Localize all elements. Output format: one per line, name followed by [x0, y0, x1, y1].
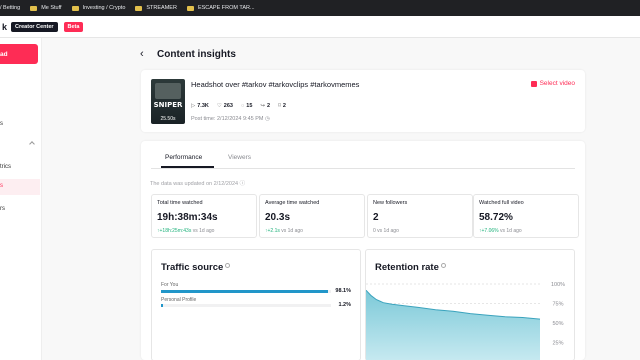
info-icon[interactable] — [225, 263, 231, 268]
clock-icon: ◷ — [265, 116, 270, 122]
sidebar: ad s trics s rs — [0, 38, 42, 360]
tab-bar: Performance Viewers — [151, 141, 575, 169]
traffic-source-card: Traffic source For You 98.1% Personal Pr… — [151, 249, 361, 360]
folder-icon — [71, 5, 79, 11]
sidebar-item-content-active[interactable]: s — [0, 179, 40, 195]
source-label-personal-profile: Personal Profile — [161, 297, 197, 303]
video-card: SNIPER 25.50s Headshot over #tarkov #tar… — [141, 70, 585, 132]
tiktok-logo[interactable]: k — [2, 22, 7, 32]
metric-average-time-watched: Average time watched 20.3s ↑+2.1s vs 1d … — [259, 194, 365, 238]
bookmark-investing[interactable]: Investing / Crypto — [71, 5, 125, 11]
thumbnail-caption: SNIPER — [153, 101, 183, 109]
retention-rate-card: Retention rate 100% 75% 50% 25% — [365, 249, 575, 360]
source-bar-personal-profile — [161, 304, 331, 307]
heart-icon: ♡ — [216, 103, 222, 109]
beta-badge: Beta — [63, 21, 84, 32]
retention-area — [366, 290, 540, 360]
video-title: Headshot over #tarkov #tarkovclips #tark… — [191, 80, 360, 89]
folder-icon — [135, 5, 143, 11]
retention-chart: 100% 75% 50% 25% — [366, 282, 565, 360]
source-bar-for-you — [161, 290, 331, 293]
traffic-source-title: Traffic source — [161, 262, 231, 273]
sidebar-item-posts[interactable]: s — [0, 121, 3, 127]
source-bar-fill — [161, 290, 328, 293]
thumbnail-image — [155, 83, 181, 99]
y-tick-label: 50% — [552, 321, 563, 327]
likes-stat: ♡ 263 — [216, 103, 233, 109]
bookmark-escape-from-tarkov[interactable]: ESCAPE FROM TAR... — [186, 5, 255, 11]
y-tick-label: 100% — [551, 282, 565, 288]
folder-icon — [30, 5, 38, 11]
tab-performance[interactable]: Performance — [165, 154, 202, 161]
comment-icon: ◌ — [240, 103, 245, 109]
y-tick-label: 25% — [552, 341, 563, 347]
select-video-icon — [530, 80, 537, 87]
select-video-button[interactable]: Select video — [530, 80, 575, 87]
source-label-for-you: For You — [161, 282, 179, 288]
video-stats: ▷ 7.3K ♡ 263 ◌ 15 ↪ 2 ⌑ 2 — [191, 103, 286, 109]
y-tick-label: 75% — [552, 302, 563, 308]
back-arrow-icon[interactable]: ‹ — [140, 48, 144, 60]
comments-stat: ◌ 15 — [240, 103, 253, 109]
views-stat: ▷ 7.3K — [191, 103, 209, 109]
bookmark-streamer[interactable]: STREAMER — [135, 5, 177, 11]
source-percent-personal-profile: 1.2% — [338, 302, 351, 308]
data-updated-note: The data was updated on 2/12/2024 ⓘ — [150, 181, 246, 187]
video-duration: 25.50s — [160, 116, 176, 122]
sidebar-item-followers[interactable]: rs — [0, 206, 5, 212]
tab-active-indicator — [161, 166, 214, 168]
shares-stat: ↪ 2 — [260, 103, 271, 109]
page-title: Content insights — [157, 49, 236, 60]
bookmark-me-stuff[interactable]: Me Stuff — [30, 5, 62, 11]
metric-watched-full-video: Watched full video 58.72% ↑+7.06% vs 1d … — [473, 194, 579, 238]
upload-button[interactable]: ad — [0, 44, 38, 64]
video-thumbnail[interactable]: SNIPER 25.50s — [151, 79, 185, 124]
chevron-up-icon[interactable] — [29, 141, 35, 147]
post-time: Post time: 2/12/2024 9:45 PM ◷ — [191, 116, 270, 122]
info-icon: ⓘ — [239, 181, 246, 187]
bookmark-icon: ⌑ — [278, 103, 281, 109]
creator-center-badge: Creator Center — [11, 21, 58, 32]
bookmarks-bar: / Betting Me Stuff Investing / Crypto ST… — [0, 0, 640, 16]
source-percent-for-you: 98.1% — [335, 288, 351, 294]
metric-total-time-watched: Total time watched 19h:38m:34s ↑+18h:25m… — [151, 194, 257, 238]
source-bar-fill — [161, 304, 164, 307]
sidebar-item-analytics[interactable]: trics — [0, 164, 11, 170]
play-icon: ▷ — [191, 103, 196, 109]
saves-stat: ⌑ 2 — [278, 103, 286, 109]
performance-card: Performance Viewers The data was updated… — [141, 141, 585, 360]
tab-viewers[interactable]: Viewers — [228, 154, 251, 161]
metric-new-followers: New followers 2 0 vs 1d ago — [367, 194, 473, 238]
bookmark-betting[interactable]: / Betting — [0, 5, 20, 11]
folder-icon — [186, 5, 194, 11]
top-header: k Creator Center Beta — [0, 16, 640, 38]
share-icon: ↪ — [260, 103, 265, 109]
